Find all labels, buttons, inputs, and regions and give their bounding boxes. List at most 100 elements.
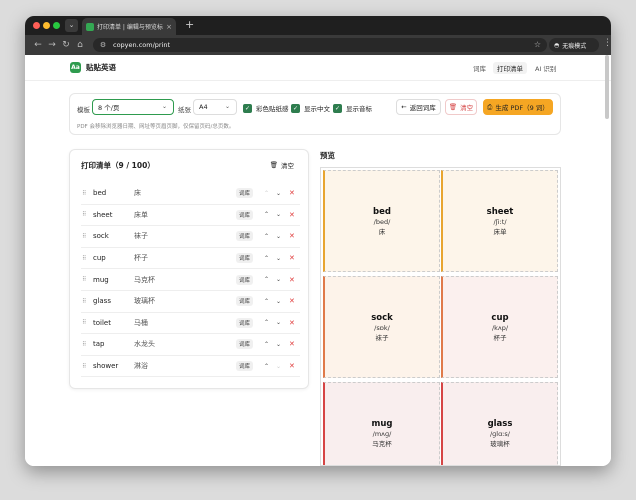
card-phonetic: /ʃiːt/ (493, 217, 507, 226)
arrow-left-icon: ← (401, 103, 407, 111)
incognito-label: 无痕模式 (562, 42, 587, 50)
tab-bar: ⌄ 打印清单 | 编辑与预览标签 - 贴 × + (25, 16, 611, 35)
move-up-icon[interactable]: ⌃ (264, 319, 269, 326)
remove-icon[interactable]: ✕ (289, 254, 295, 262)
back-to-library-button[interactable]: ← 返回词库 (396, 99, 441, 115)
paper-select[interactable]: A4 ⌄ (193, 99, 237, 115)
clear-list-button[interactable]: 🗑 清空 (270, 160, 294, 170)
remove-icon[interactable]: ✕ (289, 319, 295, 327)
checkbox-checked-icon[interactable]: ✓ (243, 103, 252, 113)
move-down-icon[interactable]: ⌄ (276, 298, 281, 305)
tab-search-icon[interactable]: ⌄ (65, 19, 78, 32)
move-up-icon[interactable]: ⌃ (264, 255, 269, 262)
card-phonetic: /sɒk/ (374, 323, 390, 332)
move-down-icon[interactable]: ⌄ (276, 276, 281, 283)
site-info-icon[interactable]: ⚙ (99, 41, 107, 49)
back-icon[interactable]: ← (31, 40, 45, 50)
drag-handle-icon[interactable]: ⠿ (82, 298, 87, 305)
item-chinese: 马克杯 (134, 275, 155, 284)
list-item[interactable]: ⠿ tap 水龙头 词库 ⌃ ⌄ ✕ (81, 334, 300, 356)
list-item[interactable]: ⠿ mug 马克杯 词库 ⌃ ⌄ ✕ (81, 269, 300, 291)
option-show-phonetic[interactable]: ✓ 显示音标 (333, 103, 372, 113)
remove-icon[interactable]: ✕ (289, 232, 295, 240)
option-show-chinese[interactable]: ✓ 显示中文 (291, 103, 330, 113)
remove-icon[interactable]: ✕ (289, 297, 295, 305)
nav-print-list[interactable]: 打印清单 (493, 62, 527, 74)
address-bar[interactable]: ⚙ copyen.com/print ☆ (93, 38, 547, 52)
page-scrollbar[interactable] (605, 55, 609, 119)
drag-handle-icon[interactable]: ⠿ (82, 276, 87, 283)
move-down-icon[interactable]: ⌄ (276, 255, 281, 262)
item-chinese: 玻璃杯 (134, 297, 155, 306)
checkbox-checked-icon[interactable]: ✓ (291, 103, 300, 113)
remove-icon[interactable]: ✕ (289, 362, 295, 370)
drag-handle-icon[interactable]: ⠿ (82, 319, 87, 326)
move-up-icon[interactable]: ⌃ (264, 233, 269, 240)
card-word: mug (371, 418, 393, 429)
list-item[interactable]: ⠿ shower 淋浴 词库 ⌃ ⌄ ✕ (81, 356, 300, 378)
source-tag: 词库 (236, 209, 254, 220)
move-down-icon[interactable]: ⌄ (276, 211, 281, 218)
card-word: cup (491, 312, 509, 323)
move-down-icon[interactable]: ⌄ (276, 190, 281, 197)
move-up-icon[interactable]: ⌃ (264, 363, 269, 370)
generate-pdf-label: 生成 PDF（9 词） (495, 104, 549, 112)
browser-tab[interactable]: 打印清单 | 编辑与预览标签 - 贴 × (82, 18, 176, 35)
close-tab-icon[interactable]: × (166, 23, 172, 31)
list-item[interactable]: ⠿ sheet 床单 词库 ⌃ ⌄ ✕ (81, 205, 300, 227)
drag-handle-icon[interactable]: ⠿ (82, 190, 87, 197)
drag-handle-icon[interactable]: ⠿ (82, 233, 87, 240)
brand-name[interactable]: 贴贴英语 (86, 62, 116, 73)
move-down-icon[interactable]: ⌄ (276, 363, 281, 370)
move-up-icon[interactable]: ⌃ (264, 276, 269, 283)
drag-handle-icon[interactable]: ⠿ (82, 255, 87, 262)
generate-pdf-button[interactable]: ⎙ 生成 PDF（9 词） (483, 99, 553, 115)
browser-menu-icon[interactable]: ⋮ (603, 38, 611, 48)
checkbox-checked-icon[interactable]: ✓ (333, 103, 342, 113)
printer-icon: ⎙ (487, 102, 493, 111)
list-item[interactable]: ⠿ glass 玻璃杯 词库 ⌃ ⌄ ✕ (81, 291, 300, 313)
list-item[interactable]: ⠿ bed 床 词库 ⌃ ⌄ ✕ (81, 183, 300, 205)
list-item[interactable]: ⠿ toilet 马桶 词库 ⌃ ⌄ ✕ (81, 313, 300, 335)
remove-icon[interactable]: ✕ (289, 276, 295, 284)
preview-card: cup/kʌp/杯子 (441, 276, 558, 378)
remove-icon[interactable]: ✕ (289, 189, 295, 197)
zoom-window-button[interactable] (53, 22, 60, 29)
move-down-icon[interactable]: ⌄ (276, 341, 281, 348)
list-item[interactable]: ⠿ cup 杯子 词库 ⌃ ⌄ ✕ (81, 248, 300, 270)
move-up-icon[interactable]: ⌃ (264, 190, 269, 197)
item-word: tap (93, 340, 105, 349)
source-tag: 词库 (236, 231, 254, 242)
move-up-icon[interactable]: ⌃ (264, 211, 269, 218)
close-window-button[interactable] (33, 22, 40, 29)
move-up-icon[interactable]: ⌃ (264, 341, 269, 348)
new-tab-icon[interactable]: + (185, 18, 194, 31)
url-text: copyen.com/print (113, 41, 171, 49)
bookmark-star-icon[interactable]: ☆ (534, 40, 541, 49)
site-logo[interactable]: Aa (70, 62, 81, 73)
drag-handle-icon[interactable]: ⠿ (82, 363, 87, 370)
template-select[interactable]: 8 个/页 ⌄ (92, 99, 174, 115)
home-icon[interactable]: ⌂ (73, 40, 87, 50)
source-tag: 词库 (236, 361, 254, 372)
preview-panel[interactable]: bed/bed/床 sheet/ʃiːt/床单 sock/sɒk/袜子 cup/kʌp… (320, 167, 561, 466)
nav-ai-recognize[interactable]: AI 识别 (531, 62, 560, 74)
list-item[interactable]: ⠿ sock 袜子 词库 ⌃ ⌄ ✕ (81, 226, 300, 248)
remove-icon[interactable]: ✕ (289, 340, 295, 348)
move-up-icon[interactable]: ⌃ (264, 298, 269, 305)
drag-handle-icon[interactable]: ⠿ (82, 341, 87, 348)
card-chinese: 袜子 (375, 333, 389, 342)
nav-library[interactable]: 词库 (469, 62, 490, 74)
forward-icon[interactable]: → (45, 40, 59, 50)
preview-card: bed/bed/床 (323, 170, 440, 272)
move-down-icon[interactable]: ⌄ (276, 319, 281, 326)
drag-handle-icon[interactable]: ⠿ (82, 211, 87, 218)
option-color-sticker[interactable]: ✓ 彩色贴纸感 (243, 103, 289, 113)
card-chinese: 玻璃杯 (490, 439, 510, 448)
minimize-window-button[interactable] (43, 22, 50, 29)
remove-icon[interactable]: ✕ (289, 211, 295, 219)
move-down-icon[interactable]: ⌄ (276, 233, 281, 240)
reload-icon[interactable]: ↻ (59, 40, 73, 50)
incognito-indicator[interactable]: ◓ 无痕模式 (549, 38, 599, 52)
clear-button[interactable]: 🗑 清空 (445, 99, 477, 115)
